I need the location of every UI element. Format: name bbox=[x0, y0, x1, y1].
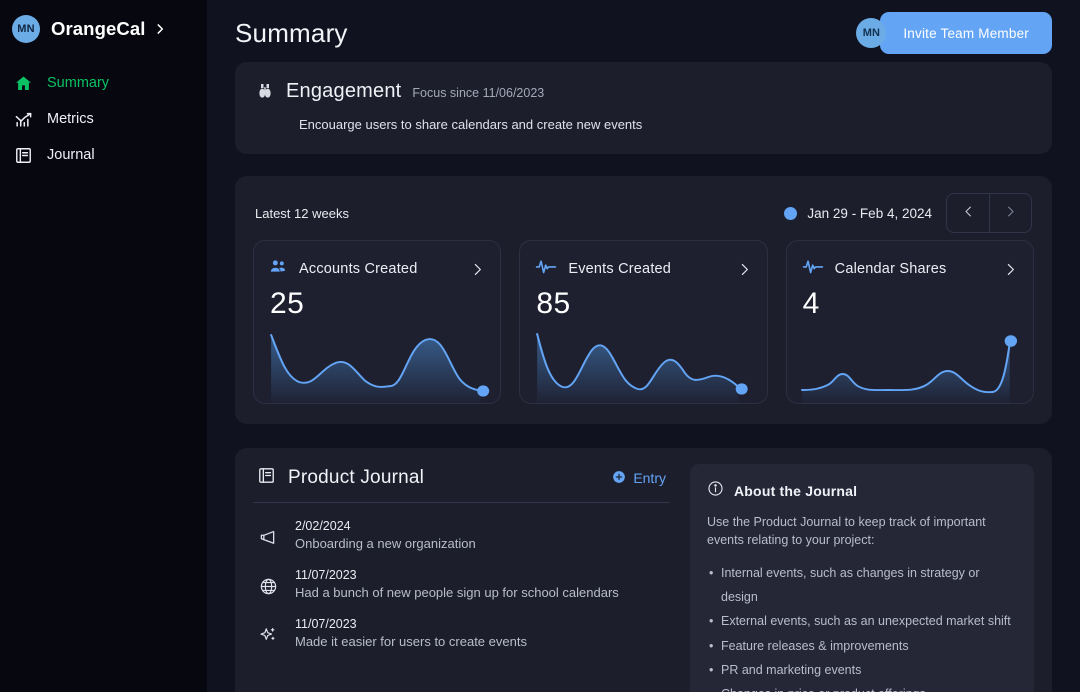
entry-date: 11/07/2023 bbox=[295, 616, 357, 631]
engagement-title: Engagement bbox=[286, 80, 402, 102]
pagination-controls bbox=[946, 193, 1032, 233]
metric-card-accounts-created[interactable]: Accounts Created 25 bbox=[253, 240, 502, 404]
card-header: Events Created bbox=[520, 241, 766, 281]
brand-name: OrangeCal bbox=[51, 18, 146, 39]
list-item[interactable]: 11/07/2023 Had a bunch of new people sig… bbox=[257, 568, 666, 601]
people-icon bbox=[269, 257, 288, 281]
chevron-right-icon bbox=[1003, 204, 1018, 222]
app-root: MN OrangeCal Summary Metrics Journal Sum… bbox=[0, 0, 1080, 692]
sidebar: MN OrangeCal Summary Metrics Journal bbox=[0, 0, 207, 692]
page-title: Summary bbox=[235, 17, 348, 48]
card-value: 4 bbox=[802, 287, 820, 320]
entry-body: 2/02/2024 Onboarding a new organization bbox=[295, 519, 666, 552]
sidebar-item-metrics[interactable]: Metrics bbox=[0, 101, 207, 137]
sparkles-icon bbox=[257, 617, 279, 650]
entry-date: 2/02/2024 bbox=[295, 519, 351, 533]
card-title: Accounts Created bbox=[299, 261, 418, 277]
invite-team-member-button[interactable]: Invite Team Member bbox=[880, 12, 1052, 54]
about-title: About the Journal bbox=[734, 483, 858, 499]
header-actions: MN Invite Team Member bbox=[856, 12, 1052, 54]
plus-circle-icon bbox=[612, 470, 626, 487]
journal-left-column: Product Journal Entry 2/02/2024 Onboardi… bbox=[253, 464, 670, 692]
brand-avatar: MN bbox=[12, 15, 40, 43]
prev-period-button[interactable] bbox=[947, 194, 989, 232]
add-entry-button[interactable]: Entry bbox=[612, 470, 666, 487]
card-header: Calendar Shares bbox=[787, 241, 1033, 281]
metric-card-events-created[interactable]: Events Created 85 bbox=[519, 240, 768, 404]
sparkline-calendar-shares bbox=[787, 325, 1033, 403]
next-period-button[interactable] bbox=[989, 194, 1031, 232]
sidebar-item-label: Journal bbox=[47, 147, 95, 163]
journal-header: Product Journal Entry bbox=[253, 464, 670, 503]
date-range: Jan 29 - Feb 4, 2024 bbox=[784, 206, 932, 221]
entry-date: 11/07/2023 bbox=[295, 567, 357, 582]
sidebar-item-label: Metrics bbox=[47, 111, 94, 127]
chart-bar-icon bbox=[13, 109, 33, 129]
entry-text: Had a bunch of new people sign up for sc… bbox=[295, 584, 619, 600]
about-header: About the Journal bbox=[707, 480, 1017, 502]
pulse-icon bbox=[535, 257, 557, 281]
about-intro: Use the Product Journal to keep track of… bbox=[707, 515, 986, 547]
card-title: Events Created bbox=[568, 261, 672, 277]
sidebar-item-journal[interactable]: Journal bbox=[0, 137, 207, 173]
journal-title: Product Journal bbox=[288, 467, 425, 488]
engagement-panel: Engagement Focus since 11/06/2023 Encoua… bbox=[235, 62, 1052, 154]
entry-body: 11/07/2023 Made it easier for users to c… bbox=[295, 617, 666, 650]
metric-card-calendar-shares[interactable]: Calendar Shares 4 bbox=[785, 240, 1034, 404]
about-bullet: Feature releases & improvements bbox=[707, 634, 1017, 659]
metrics-date-controls: Jan 29 - Feb 4, 2024 bbox=[784, 193, 1032, 233]
info-icon bbox=[707, 480, 724, 502]
sidebar-item-summary[interactable]: Summary bbox=[0, 65, 207, 101]
card-value: 25 bbox=[270, 287, 305, 320]
brand-switcher[interactable]: MN OrangeCal bbox=[0, 0, 207, 46]
card-header: Accounts Created bbox=[254, 241, 500, 281]
home-icon bbox=[13, 73, 33, 93]
globe-icon bbox=[257, 568, 279, 601]
engagement-description: Encouarge users to share calendars and c… bbox=[299, 117, 643, 132]
entry-text: Onboarding a new organization bbox=[295, 536, 476, 551]
date-range-label: Jan 29 - Feb 4, 2024 bbox=[807, 205, 932, 221]
series-color-dot bbox=[784, 206, 798, 220]
metrics-panel: Latest 12 weeks Jan 29 - Feb 4, 2024 Acc… bbox=[235, 176, 1052, 424]
metrics-header: Latest 12 weeks Jan 29 - Feb 4, 2024 bbox=[253, 192, 1034, 234]
chevron-right-icon[interactable] bbox=[469, 261, 486, 278]
book-icon bbox=[257, 466, 276, 490]
chevron-right-icon bbox=[153, 22, 167, 36]
list-item[interactable]: 2/02/2024 Onboarding a new organization bbox=[257, 519, 666, 552]
product-journal-panel: Product Journal Entry 2/02/2024 Onboardi… bbox=[235, 448, 1052, 692]
about-bullet: Internal events, such as changes in stra… bbox=[707, 561, 1017, 610]
add-entry-label: Entry bbox=[633, 470, 666, 486]
engagement-header: Engagement Focus since 11/06/2023 bbox=[255, 80, 1032, 103]
binoculars-icon bbox=[255, 82, 275, 102]
page-header: Summary MN Invite Team Member bbox=[235, 0, 1052, 62]
pulse-icon bbox=[802, 257, 824, 281]
sparkline-events-created bbox=[520, 325, 766, 403]
sidebar-nav: Summary Metrics Journal bbox=[0, 65, 207, 173]
engagement-focus-since: Focus since 11/06/2023 bbox=[412, 86, 545, 100]
journal-entries: 2/02/2024 Onboarding a new organization bbox=[253, 503, 670, 650]
card-value: 85 bbox=[536, 287, 571, 320]
list-item[interactable]: 11/07/2023 Made it easier for users to c… bbox=[257, 617, 666, 650]
about-bullet: External events, such as an unexpected m… bbox=[707, 609, 1017, 634]
about-bullet: PR and marketing events bbox=[707, 658, 1017, 683]
metric-cards: Accounts Created 25 Events Created 85 Ca… bbox=[253, 240, 1034, 404]
metrics-range-label: Latest 12 weeks bbox=[255, 205, 349, 221]
card-title: Calendar Shares bbox=[834, 261, 947, 277]
about-bullet: Changes in price or product offerings bbox=[707, 682, 1017, 692]
entry-text: Made it easier for users to create event… bbox=[295, 633, 527, 649]
book-icon bbox=[13, 145, 33, 165]
entry-body: 11/07/2023 Had a bunch of new people sig… bbox=[295, 568, 666, 601]
chevron-right-icon[interactable] bbox=[1002, 261, 1019, 278]
megaphone-icon bbox=[257, 519, 279, 552]
sparkline-accounts-created bbox=[254, 325, 500, 403]
about-bullet-list: Internal events, such as changes in stra… bbox=[707, 561, 1017, 692]
chevron-left-icon bbox=[961, 204, 976, 222]
chevron-right-icon[interactable] bbox=[736, 261, 753, 278]
main-content: Summary MN Invite Team Member Engagement bbox=[207, 0, 1080, 692]
sidebar-item-label: Summary bbox=[47, 75, 110, 91]
about-journal-panel: About the Journal Use the Product Journa… bbox=[690, 464, 1034, 692]
